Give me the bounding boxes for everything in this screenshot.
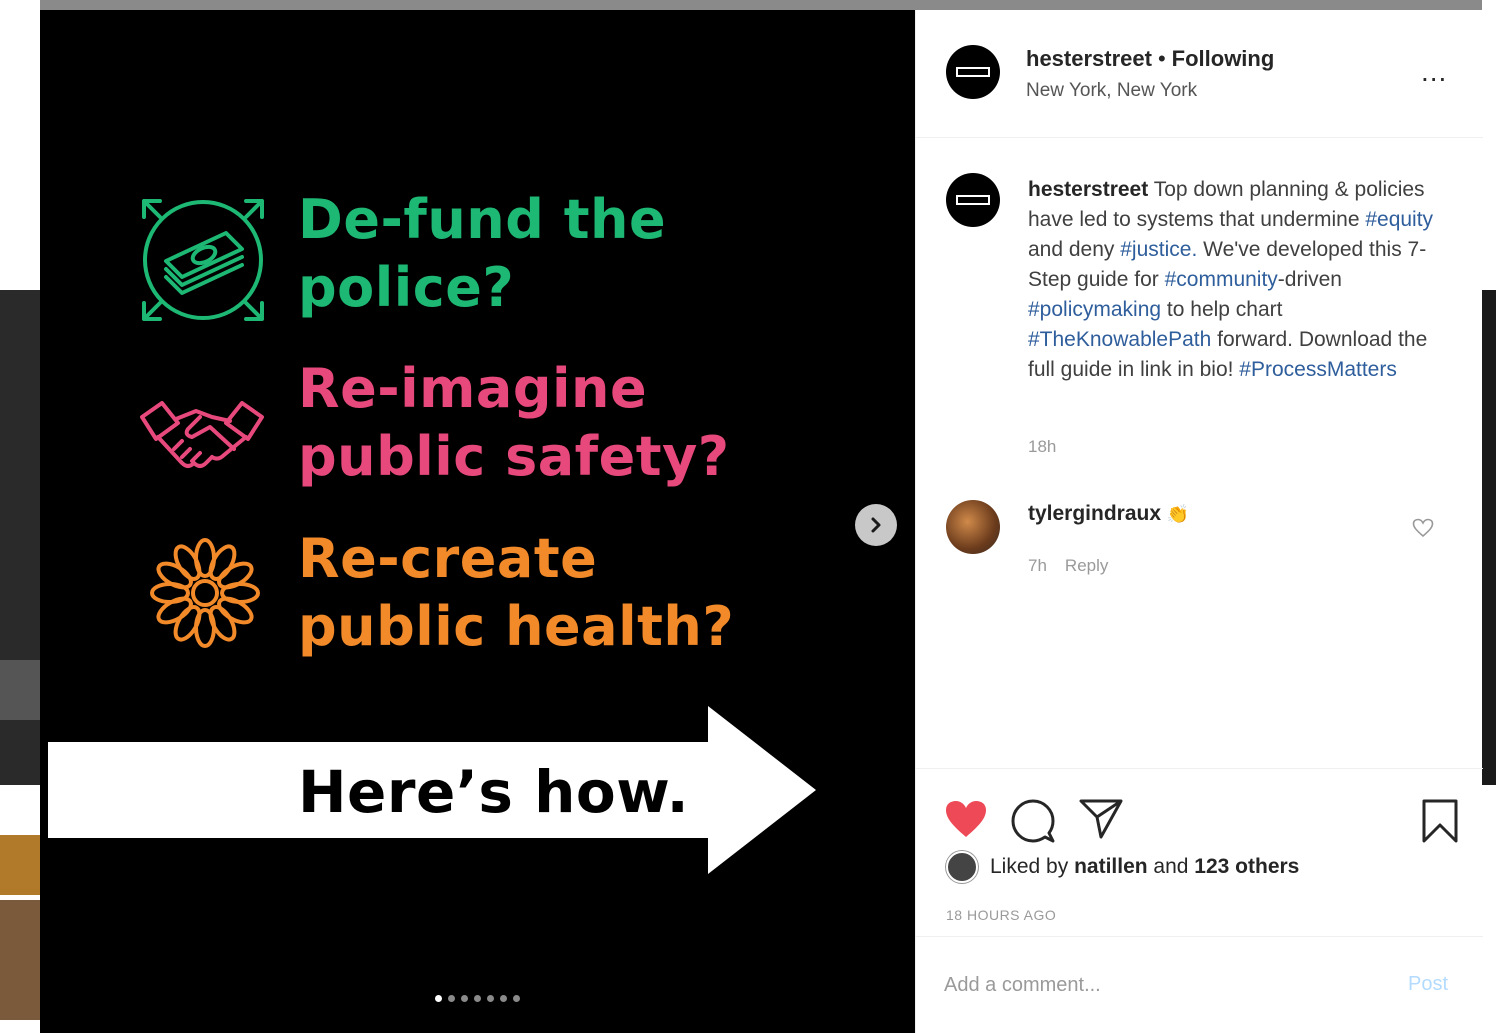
post-comment-button[interactable]: Post	[1408, 973, 1448, 996]
headline-recreate-line1: Re-create	[298, 527, 598, 590]
slide-dot	[500, 995, 507, 1002]
following-button[interactable]: Following	[1172, 46, 1275, 71]
post-media[interactable]: De-fund the police? Re-imagine public sa…	[40, 10, 915, 1033]
hashtag-link[interactable]: #equity	[1365, 208, 1433, 231]
headline-reimagine: Re-imagine public safety?	[298, 355, 730, 491]
comment-text: 👏	[1166, 504, 1190, 525]
reply-button[interactable]: Reply	[1065, 556, 1108, 575]
caption-text: to help chart	[1161, 298, 1283, 321]
background-strip-right	[1482, 0, 1496, 1033]
header-username-row: hesterstreet • Following	[1026, 46, 1274, 72]
headline-recreate-line2: public health?	[298, 595, 735, 658]
commenter-username[interactable]: tylergindraux	[1028, 502, 1161, 525]
bookmark-icon[interactable]	[1421, 799, 1459, 843]
handshake-icon	[140, 401, 264, 468]
slide-dot	[461, 995, 468, 1002]
hashtag-link[interactable]: #ProcessMatters	[1239, 358, 1397, 381]
share-icon[interactable]	[1079, 799, 1123, 839]
cta-heres-how: Here’s how.	[298, 758, 690, 826]
headline-defund-line1: De-fund the	[298, 188, 667, 251]
hashtag-link[interactable]: #policymaking	[1028, 298, 1161, 321]
like-heart-icon[interactable]	[944, 799, 988, 839]
caption-text: and deny	[1028, 238, 1121, 261]
headline-defund: De-fund the police?	[298, 186, 666, 322]
caption-username[interactable]: hesterstreet	[1028, 178, 1148, 201]
comment-meta: 7h Reply	[1028, 556, 1108, 576]
hashtag-link[interactable]: #justice.	[1120, 238, 1197, 261]
post-modal: De-fund the police? Re-imagine public sa…	[40, 10, 1483, 1033]
window-top-bar	[40, 0, 1482, 10]
caption-timestamp: 18h	[1028, 437, 1057, 456]
comment-input[interactable]	[944, 967, 1384, 1003]
separator-dot: •	[1157, 46, 1166, 71]
username-link[interactable]: hesterstreet	[1026, 46, 1152, 71]
caption-text: -driven	[1277, 268, 1342, 291]
hashtag-link[interactable]: #community	[1165, 268, 1278, 291]
flower-icon	[150, 538, 260, 648]
more-options-button[interactable]: ...	[1421, 58, 1447, 86]
headline-reimagine-line2: public safety?	[298, 425, 730, 488]
caption-avatar[interactable]	[946, 173, 1000, 227]
avatar[interactable]	[946, 45, 1000, 99]
post-caption: hesterstreet Top down planning & policie…	[1028, 175, 1443, 385]
comment-timestamp: 7h	[1028, 556, 1047, 575]
slide-dot	[513, 995, 520, 1002]
liker-avatar	[946, 851, 978, 883]
background-strip-left	[0, 0, 40, 1033]
next-slide-button[interactable]	[855, 504, 897, 546]
likes-others[interactable]: 123 others	[1194, 855, 1299, 879]
slide-dot	[435, 995, 442, 1002]
slide-dot	[474, 995, 481, 1002]
headline-defund-line2: police?	[298, 256, 515, 319]
post-header: hesterstreet • Following New York, New Yor…	[916, 10, 1483, 138]
liker-username[interactable]: natillen	[1074, 855, 1148, 879]
likes-prefix: Liked by	[990, 855, 1075, 878]
chevron-right-icon	[871, 517, 881, 533]
comment-like-heart-icon[interactable]	[1412, 518, 1434, 538]
post-actions: Liked by natillen and 123 others 18 HOUR…	[916, 768, 1483, 936]
likes-middle: and	[1147, 855, 1195, 878]
money-stack-icon	[142, 199, 264, 321]
slide-dot	[448, 995, 455, 1002]
commenter-avatar[interactable]	[946, 500, 1000, 554]
slide-indicator	[435, 995, 520, 1002]
post-side-panel: hesterstreet • Following New York, New Yor…	[915, 10, 1483, 1033]
headline-recreate: Re-create public health?	[298, 525, 734, 661]
comment-icon[interactable]	[1011, 799, 1055, 843]
headline-reimagine-line1: Re-imagine	[298, 357, 648, 420]
slide-dot	[487, 995, 494, 1002]
hashtag-link[interactable]: #TheKnowablePath	[1028, 328, 1211, 351]
post-age: 18 HOURS AGO	[946, 907, 1057, 923]
comment-body: tylergindraux 👏	[1028, 502, 1189, 526]
location-link[interactable]: New York, New York	[1026, 80, 1197, 102]
comment-box: Post	[916, 936, 1483, 1033]
likes-summary[interactable]: Liked by natillen and 123 others	[946, 851, 1299, 883]
